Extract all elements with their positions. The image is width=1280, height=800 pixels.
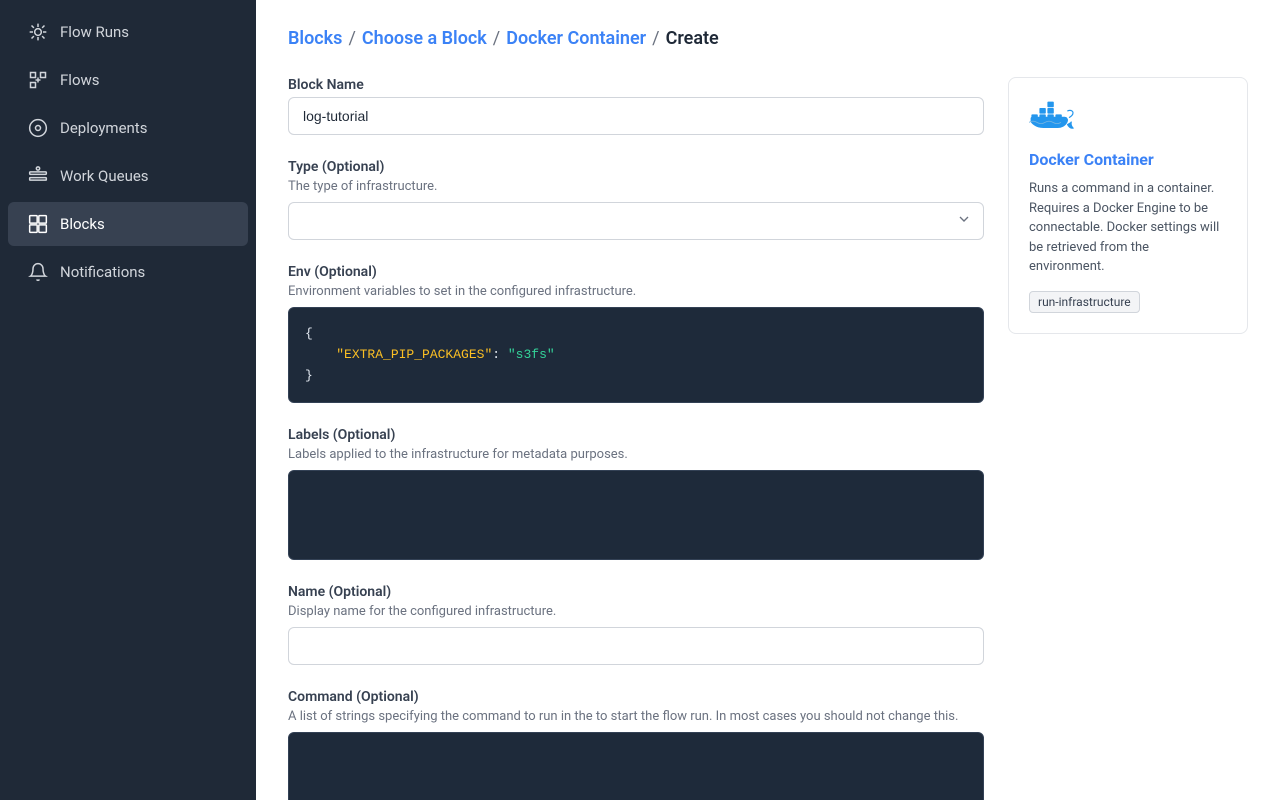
sidebar-item-label: Notifications	[60, 263, 145, 281]
sidebar-item-label: Blocks	[60, 215, 105, 233]
info-card: Docker Container Runs a command in a con…	[1008, 77, 1248, 334]
command-hint: A list of strings specifying the command…	[288, 709, 984, 724]
block-name-group: Block Name	[288, 77, 984, 135]
sidebar-item-label: Flow Runs	[60, 23, 129, 41]
sidebar-item-blocks[interactable]: Blocks	[8, 202, 248, 246]
block-name-input[interactable]	[288, 97, 984, 135]
sidebar-item-label: Flows	[60, 71, 100, 89]
env-label: Env (Optional)	[288, 264, 984, 280]
env-code-editor[interactable]: { "EXTRA_PIP_PACKAGES": "s3fs" }	[288, 307, 984, 403]
name-label: Name (Optional)	[288, 584, 984, 600]
work-queues-icon	[28, 166, 48, 186]
command-label: Command (Optional)	[288, 689, 984, 705]
env-code-colon: :	[492, 347, 508, 362]
sidebar-item-flow-runs[interactable]: Flow Runs	[8, 10, 248, 54]
labels-label: Labels (Optional)	[288, 427, 984, 443]
sidebar-item-label: Work Queues	[60, 167, 149, 185]
notifications-icon	[28, 262, 48, 282]
labels-hint: Labels applied to the infrastructure for…	[288, 447, 984, 462]
env-code-line: "EXTRA_PIP_PACKAGES": "s3fs"	[305, 345, 967, 366]
info-card-tag: run-infrastructure	[1029, 291, 1140, 313]
docker-icon	[1029, 98, 1077, 134]
sidebar-item-work-queues[interactable]: Work Queues	[8, 154, 248, 198]
breadcrumb: Blocks / Choose a Block / Docker Contain…	[288, 28, 1248, 49]
env-hint: Environment variables to set in the conf…	[288, 284, 984, 299]
sidebar-item-deployments[interactable]: Deployments	[8, 106, 248, 150]
env-group: Env (Optional) Environment variables to …	[288, 264, 984, 403]
form-container: Block Name Type (Optional) The type of i…	[288, 77, 984, 800]
info-card-title: Docker Container	[1029, 150, 1227, 169]
breadcrumb-sep-3: /	[652, 28, 659, 49]
content-layout: Block Name Type (Optional) The type of i…	[288, 77, 1248, 800]
flow-runs-icon	[28, 22, 48, 42]
docker-icon-container	[1029, 98, 1227, 138]
type-select[interactable]	[288, 202, 984, 240]
blocks-icon	[28, 214, 48, 234]
env-code-key: "EXTRA_PIP_PACKAGES"	[336, 347, 492, 362]
sidebar-item-flows[interactable]: Flows	[8, 58, 248, 102]
breadcrumb-blocks[interactable]: Blocks	[288, 28, 342, 49]
type-hint: The type of infrastructure.	[288, 179, 984, 194]
breadcrumb-docker-container[interactable]: Docker Container	[506, 28, 646, 49]
sidebar-item-notifications[interactable]: Notifications	[8, 250, 248, 294]
labels-group: Labels (Optional) Labels applied to the …	[288, 427, 984, 560]
env-code-brace-close: }	[305, 366, 967, 387]
info-card-description: Runs a command in a container. Requires …	[1029, 179, 1227, 277]
name-input[interactable]	[288, 627, 984, 665]
breadcrumb-sep-2: /	[493, 28, 500, 49]
flows-icon	[28, 70, 48, 90]
deployments-icon	[28, 118, 48, 138]
command-group: Command (Optional) A list of strings spe…	[288, 689, 984, 800]
type-group: Type (Optional) The type of infrastructu…	[288, 159, 984, 240]
breadcrumb-choose-block[interactable]: Choose a Block	[362, 28, 487, 49]
sidebar: Flow Runs Flows Deployments Work Queues …	[0, 0, 256, 800]
name-group: Name (Optional) Display name for the con…	[288, 584, 984, 665]
command-code-editor[interactable]	[288, 732, 984, 800]
type-select-wrapper	[288, 202, 984, 240]
labels-code-editor[interactable]	[288, 470, 984, 560]
env-code-value: "s3fs"	[508, 347, 555, 362]
block-name-label: Block Name	[288, 77, 984, 93]
sidebar-item-label: Deployments	[60, 119, 147, 137]
breadcrumb-create: Create	[666, 28, 719, 49]
env-code-brace-open: {	[305, 324, 967, 345]
name-hint: Display name for the configured infrastr…	[288, 604, 984, 619]
main-content: Blocks / Choose a Block / Docker Contain…	[256, 0, 1280, 800]
breadcrumb-sep-1: /	[348, 28, 355, 49]
type-label: Type (Optional)	[288, 159, 984, 175]
